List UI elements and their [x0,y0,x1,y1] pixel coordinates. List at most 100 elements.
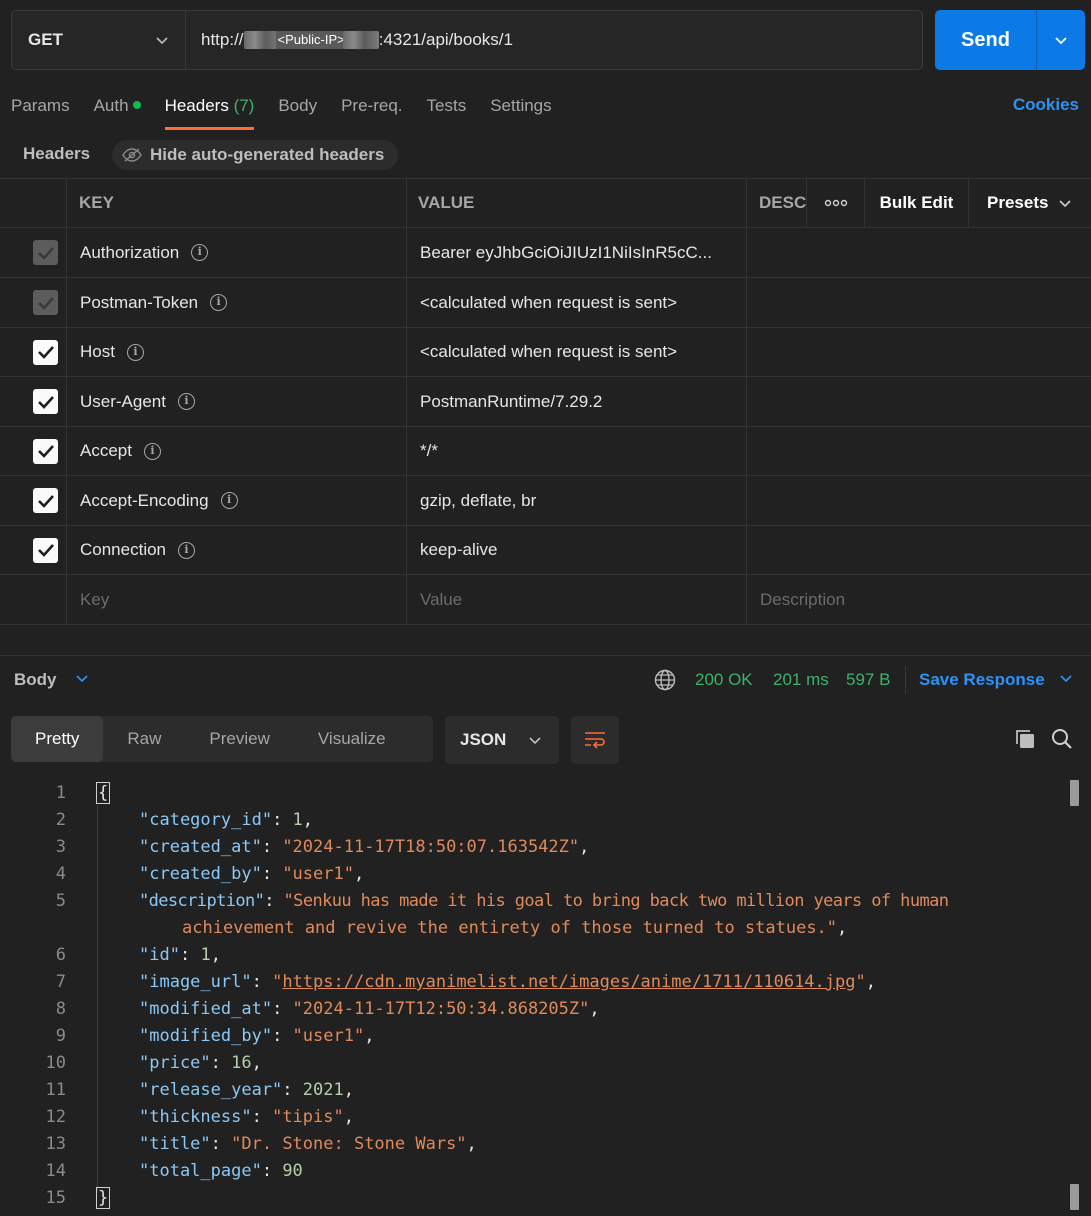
save-response-button[interactable]: Save Response [919,670,1073,690]
check-icon [37,296,54,310]
url-prefix: http:// [201,30,244,49]
value-cell[interactable]: PostmanRuntime/7.29.2 [420,377,602,426]
json-key: "thickness" [139,1107,252,1127]
tab-label: Tests [426,96,467,115]
line-number: 8 [55,999,66,1019]
send-button[interactable]: Send [935,10,1037,70]
table-row: Connection i keep-alive [0,526,1091,575]
code-line: "description": "Senkuu has made it his g… [139,891,949,911]
tab-auth[interactable]: Auth [94,92,141,130]
table-row: Accept i */* [0,427,1091,476]
line-number: 12 [45,1107,66,1127]
row-checkbox[interactable] [33,377,58,426]
response-time[interactable]: 201 ms [773,670,829,690]
key-cell[interactable]: Connection i [80,526,196,574]
scrollbar-thumb[interactable] [1070,780,1079,806]
more-options-button[interactable] [806,179,864,227]
format-select[interactable]: JSON [445,716,559,764]
info-icon[interactable]: i [177,393,195,410]
key-cell[interactable]: User-Agent i [80,377,195,426]
key-cell[interactable]: Authorization i [80,228,209,277]
scrollbar-thumb[interactable] [1070,1184,1079,1210]
key-cell[interactable]: Accept i [80,427,161,475]
info-icon[interactable]: i [210,294,228,311]
code-line: "modified_at": "2024-11-17T12:50:34.8682… [139,999,600,1019]
response-size[interactable]: 597 B [846,670,890,690]
table-row: Accept-Encoding i gzip, deflate, br [0,476,1091,526]
info-icon[interactable]: i [191,244,209,261]
check-icon [37,544,54,557]
json-key: "total_page" [139,1161,262,1181]
cookies-link[interactable]: Cookies [1013,95,1079,115]
tab-tests[interactable]: Tests [427,92,467,130]
wrap-lines-button[interactable] [571,716,619,764]
line-number: 6 [55,945,66,965]
tab-settings[interactable]: Settings [490,92,551,130]
info-icon[interactable]: i [143,442,161,460]
code-line: "price": 16, [139,1053,262,1073]
view-tab-preview[interactable]: Preview [185,716,293,762]
method-label: GET [28,30,63,49]
value-cell[interactable]: */* [420,427,438,475]
view-tab-visualize[interactable]: Visualize [294,716,410,762]
json-value: 1 [200,945,211,965]
tab-count-badge: (7) [233,96,255,115]
line-number: 2 [55,810,66,830]
value-input[interactable]: Value [420,575,462,624]
description-input[interactable]: Description [760,575,845,624]
method-select[interactable]: GET [12,11,186,69]
value-cell[interactable]: gzip, deflate, br [420,476,536,525]
table-row-new: Key Value Description [0,575,1091,625]
status-code[interactable]: 200 OK [695,670,753,690]
code-line: "title": "Dr. Stone: Stone Wars", [139,1134,477,1154]
tab-prereq[interactable]: Pre-req. [341,92,402,130]
table-row: Postman-Token i <calculated when request … [0,278,1091,328]
checkbox-checked [33,389,58,414]
send-options-button[interactable] [1037,10,1085,70]
key-input[interactable]: Key [80,575,109,624]
line-number: 5 [55,891,66,911]
globe-icon[interactable] [654,669,676,691]
info-icon[interactable]: i [178,541,196,559]
row-checkbox[interactable] [33,476,58,525]
view-tab-pretty[interactable]: Pretty [11,716,104,762]
bulk-edit-button[interactable]: Bulk Edit [864,179,968,227]
wrap-lines-icon [585,732,605,749]
tab-params[interactable]: Params [11,92,70,130]
tab-body[interactable]: Body [278,92,317,130]
value-cell[interactable]: Bearer eyJhbGciOiJIUzI1NiIsInR5cC... [420,228,712,277]
response-body-dropdown[interactable]: Body [14,670,89,690]
chevron-down-icon [1060,675,1072,683]
presets-button[interactable]: Presets [968,179,1091,227]
row-checkbox[interactable] [33,278,58,327]
hide-auto-headers-button[interactable]: Hide auto-generated headers [112,140,399,170]
json-value: achievement and revive the entirety of t… [182,918,838,938]
info-icon[interactable]: i [220,492,238,509]
value-cell[interactable]: <calculated when request is sent> [420,328,677,376]
tab-headers[interactable]: Headers (7) [164,92,255,130]
divider [905,666,906,694]
request-url-bar: GET http:// <Public-IP> :4321/api/books/… [11,10,923,70]
key-text: Connection [80,540,167,559]
row-checkbox[interactable] [33,526,58,574]
row-checkbox[interactable] [33,228,58,277]
row-checkbox[interactable] [33,328,58,376]
key-cell[interactable]: Accept-Encoding i [80,476,238,525]
line-number: 9 [55,1026,66,1046]
tab-label: Headers [164,96,229,115]
search-icon[interactable] [1050,727,1074,751]
json-key: "price" [139,1053,211,1073]
code-line: { [96,782,111,804]
value-cell[interactable]: keep-alive [420,526,498,574]
key-cell[interactable]: Host i [80,328,144,376]
json-link[interactable]: https://cdn.myanimelist.net/images/anime… [282,972,855,992]
key-cell[interactable]: Postman-Token i [80,278,228,327]
format-label: JSON [460,730,507,749]
copy-icon[interactable] [1013,727,1037,751]
headers-section-label: Headers [23,144,91,163]
view-tab-raw[interactable]: Raw [103,716,185,762]
row-checkbox[interactable] [33,427,58,475]
info-icon[interactable]: i [126,343,144,361]
value-cell[interactable]: <calculated when request is sent> [420,278,677,327]
url-input[interactable]: http:// <Public-IP> :4321/api/books/1 [186,11,922,69]
